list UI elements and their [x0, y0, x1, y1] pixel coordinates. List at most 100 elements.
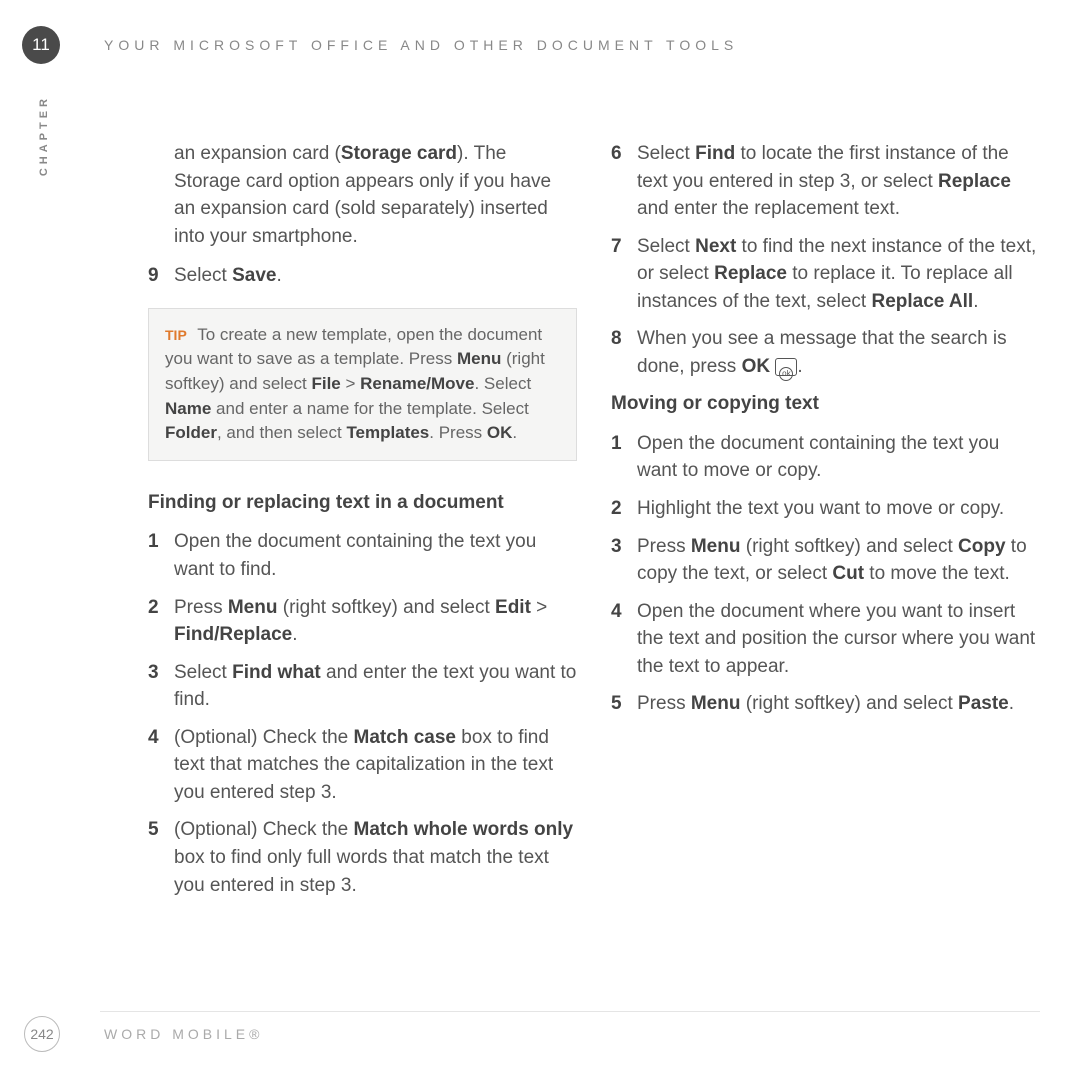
footer-title: WORD MOBILE®	[104, 1026, 263, 1042]
step-number: 3	[148, 659, 174, 714]
t: >	[341, 374, 360, 393]
t: Name	[165, 399, 211, 418]
t: .	[797, 356, 802, 377]
right-column: 6Select Find to locate the first instanc…	[611, 140, 1040, 909]
t: Replace	[938, 171, 1011, 192]
t: OK	[742, 356, 771, 377]
t: to move the text.	[864, 563, 1010, 584]
step-number: 9	[148, 262, 174, 290]
t: Menu	[457, 349, 501, 368]
step-number: 2	[611, 495, 637, 523]
find-step-8: 8When you see a message that the search …	[611, 325, 1040, 380]
move-step-1: 1Open the document containing the text y…	[611, 430, 1040, 485]
step-number: 4	[611, 598, 637, 681]
t: Save	[232, 265, 276, 286]
move-step-4: 4Open the document where you want to ins…	[611, 598, 1040, 681]
t: .	[292, 624, 297, 645]
t: When you see a message that the search i…	[637, 328, 1007, 377]
t: Press	[637, 536, 691, 557]
t: Select	[174, 265, 232, 286]
find-step-1: 1Open the document containing the text y…	[148, 528, 577, 583]
t: .	[1009, 693, 1014, 714]
page-footer: 242 WORD MOBILE®	[0, 1016, 1080, 1052]
step-text: Select Find to locate the first instance…	[637, 140, 1040, 223]
step-number: 3	[611, 533, 637, 588]
find-step-4: 4(Optional) Check the Match case box to …	[148, 724, 577, 807]
t: (right softkey) and select	[740, 536, 958, 557]
intro-pre: an expansion card (	[174, 143, 341, 164]
find-step-5: 5(Optional) Check the Match whole words …	[148, 816, 577, 899]
t: Rename/Move	[360, 374, 474, 393]
move-step-3: 3Press Menu (right softkey) and select C…	[611, 533, 1040, 588]
find-step-2: 2Press Menu (right softkey) and select E…	[148, 594, 577, 649]
t: and enter a name for the template. Selec…	[211, 399, 529, 418]
t: (right softkey) and select	[277, 597, 495, 618]
t: Menu	[228, 597, 278, 618]
t: .	[276, 265, 281, 286]
step-text: Select Next to find the next instance of…	[637, 233, 1040, 316]
find-step-7: 7Select Next to find the next instance o…	[611, 233, 1040, 316]
tip-box: TIP To create a new template, open the d…	[148, 308, 577, 461]
t: Copy	[958, 536, 1006, 557]
t: >	[531, 597, 547, 618]
t: .	[512, 423, 517, 442]
page-number-badge: 242	[24, 1016, 60, 1052]
t: Edit	[495, 597, 531, 618]
t: OK	[487, 423, 513, 442]
t: . Press	[429, 423, 487, 442]
t: , and then select	[217, 423, 346, 442]
step-text: Highlight the text you want to move or c…	[637, 495, 1040, 523]
t: (right softkey) and select	[740, 693, 958, 714]
step-text: Press Menu (right softkey) and select Co…	[637, 533, 1040, 588]
t: Select	[637, 236, 695, 257]
step-text: Press Menu (right softkey) and select Pa…	[637, 690, 1040, 718]
t: (Optional) Check the	[174, 819, 354, 840]
t: . Select	[474, 374, 531, 393]
step-text: Open the document containing the text yo…	[637, 430, 1040, 485]
tip-label: TIP	[165, 327, 187, 343]
section-heading-find-replace: Finding or replacing text in a document	[148, 489, 577, 517]
t: Press	[637, 693, 691, 714]
t: .	[973, 291, 978, 312]
step-number: 1	[148, 528, 174, 583]
chapter-label-vertical: CHAPTER	[38, 95, 50, 176]
intro-bold: Storage card	[341, 143, 457, 164]
t: File	[311, 374, 340, 393]
step-text: Open the document containing the text yo…	[174, 528, 577, 583]
t: Menu	[691, 536, 741, 557]
step-number: 1	[611, 430, 637, 485]
t: Press	[174, 597, 228, 618]
step-text: Open the document where you want to inse…	[637, 598, 1040, 681]
t: Paste	[958, 693, 1009, 714]
t: Find	[695, 143, 735, 164]
section-heading-move-copy: Moving or copying text	[611, 390, 1040, 418]
step-number: 6	[611, 140, 637, 223]
step-text: Select Save.	[174, 262, 577, 290]
step-number: 8	[611, 325, 637, 380]
t: Templates	[346, 423, 429, 442]
t: box to find only full words that match t…	[174, 847, 549, 896]
step-9: 9 Select Save.	[148, 262, 577, 290]
t: Find/Replace	[174, 624, 292, 645]
header-title: YOUR MICROSOFT OFFICE AND OTHER DOCUMENT…	[104, 37, 738, 53]
step-text: Select Find what and enter the text you …	[174, 659, 577, 714]
footer-divider	[100, 1011, 1040, 1012]
t: Find what	[232, 662, 321, 683]
t: Select	[174, 662, 232, 683]
t: Cut	[832, 563, 864, 584]
ok-icon-inner: ok	[779, 367, 793, 381]
t: (Optional) Check the	[174, 727, 354, 748]
content-area: an expansion card (Storage card). The St…	[148, 140, 1040, 909]
step-number: 4	[148, 724, 174, 807]
step-text: (Optional) Check the Match whole words o…	[174, 816, 577, 899]
page-header: 11 YOUR MICROSOFT OFFICE AND OTHER DOCUM…	[0, 26, 1080, 64]
find-step-3: 3Select Find what and enter the text you…	[148, 659, 577, 714]
step-number: 2	[148, 594, 174, 649]
t: Match case	[354, 727, 456, 748]
move-step-2: 2Highlight the text you want to move or …	[611, 495, 1040, 523]
t: and enter the replacement text.	[637, 198, 900, 219]
t: Select	[637, 143, 695, 164]
find-step-6: 6Select Find to locate the first instanc…	[611, 140, 1040, 223]
step-text: Press Menu (right softkey) and select Ed…	[174, 594, 577, 649]
step-number: 5	[148, 816, 174, 899]
